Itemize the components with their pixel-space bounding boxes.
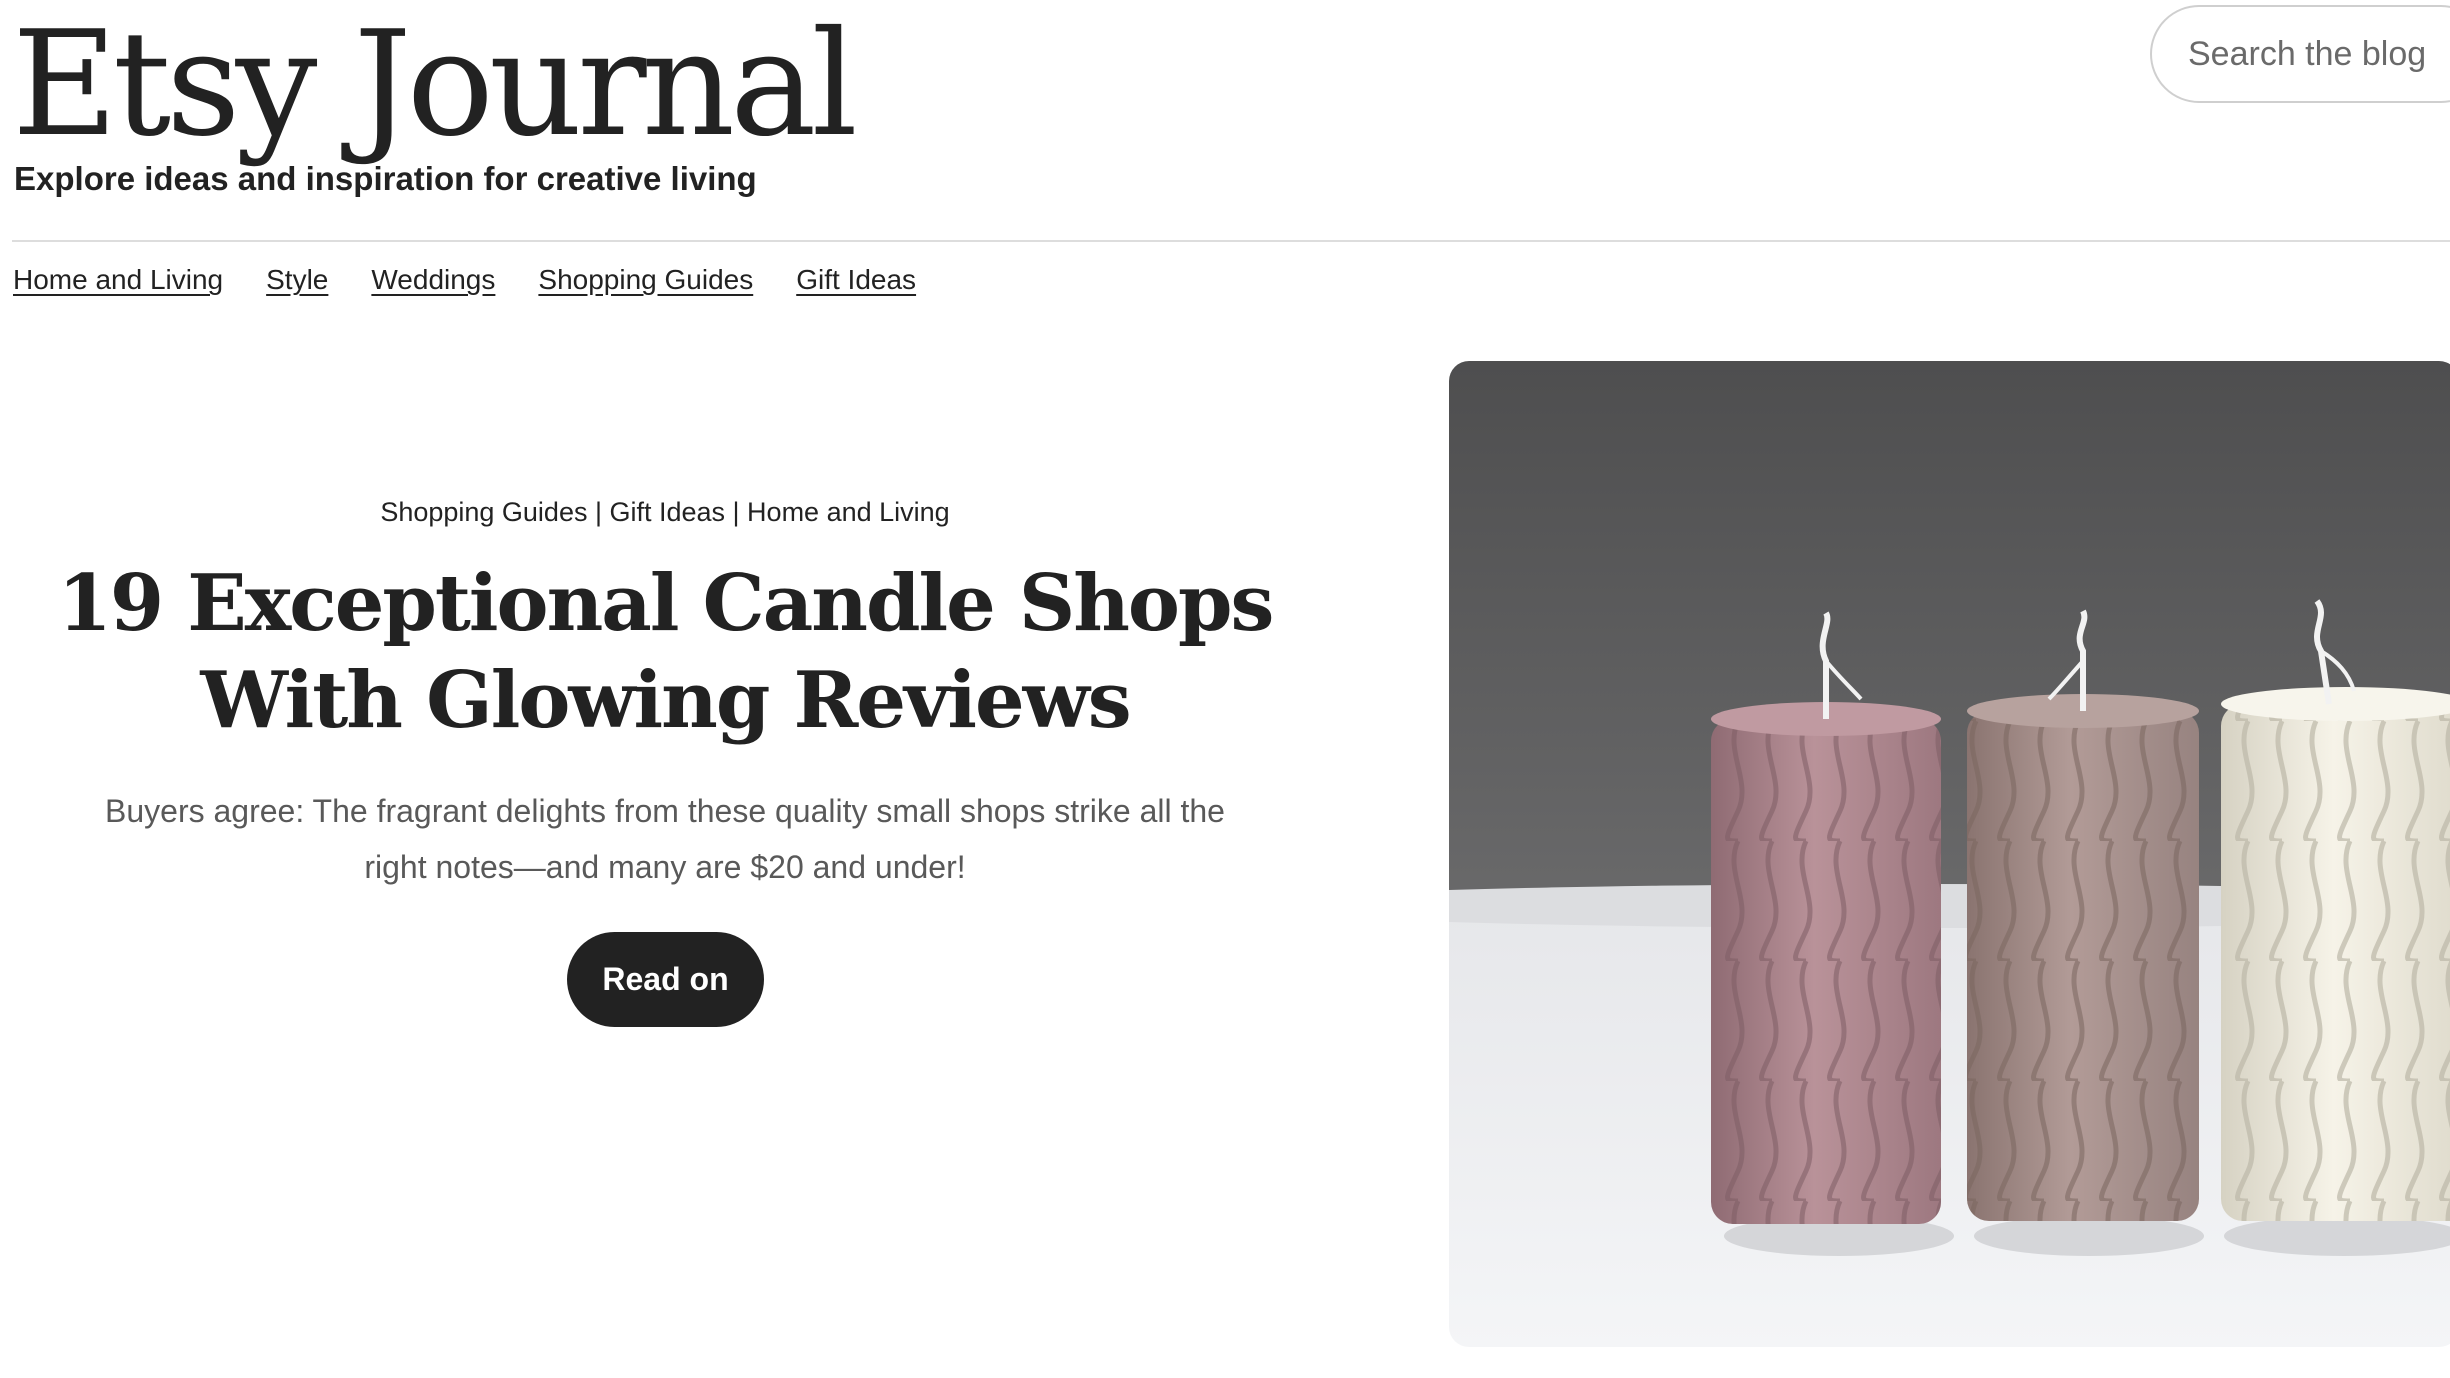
blog-title[interactable]: Etsy Journal <box>12 0 858 170</box>
etsy-journal-page: Etsy Journal Explore ideas and inspirati… <box>0 0 2450 1378</box>
blog-search-box[interactable] <box>2150 5 2450 103</box>
category-nav: Home and Living Style Weddings Shopping … <box>13 264 916 296</box>
nav-link-gift-ideas[interactable]: Gift Ideas <box>796 264 916 296</box>
read-on-button[interactable]: Read on <box>567 932 764 1027</box>
nav-link-shopping-guides[interactable]: Shopping Guides <box>538 264 753 296</box>
nav-link-style[interactable]: Style <box>266 264 328 296</box>
cream-candle <box>2221 599 2450 1256</box>
nav-link-weddings[interactable]: Weddings <box>371 264 495 296</box>
article-title-line-1: 19 Exceptional Candle Shops <box>57 558 1275 649</box>
blog-tagline: Explore ideas and inspiration for creati… <box>14 160 757 197</box>
article-category-tags: Shopping Guides | Gift Ideas | Home and … <box>380 497 950 527</box>
search-input[interactable] <box>2188 34 2450 74</box>
article-summary: Buyers agree: The fragrant delights from… <box>50 783 1280 895</box>
article-title[interactable]: 19 Exceptional Candle Shops With Glowing… <box>40 555 1290 749</box>
featured-article-image[interactable] <box>1449 361 2450 1347</box>
article-title-line-2: With Glowing Reviews <box>200 655 1131 746</box>
nav-link-home-and-living[interactable]: Home and Living <box>13 264 223 296</box>
article-summary-line-1: Buyers agree: The fragrant delights from… <box>105 793 1225 829</box>
article-summary-line-2: right notes—and many are $20 and under! <box>364 849 966 885</box>
header-divider <box>12 240 2450 242</box>
taupe-candle <box>1967 609 2204 1256</box>
pink-candle <box>1711 611 1954 1256</box>
candles-photo-icon <box>1449 361 2450 1347</box>
